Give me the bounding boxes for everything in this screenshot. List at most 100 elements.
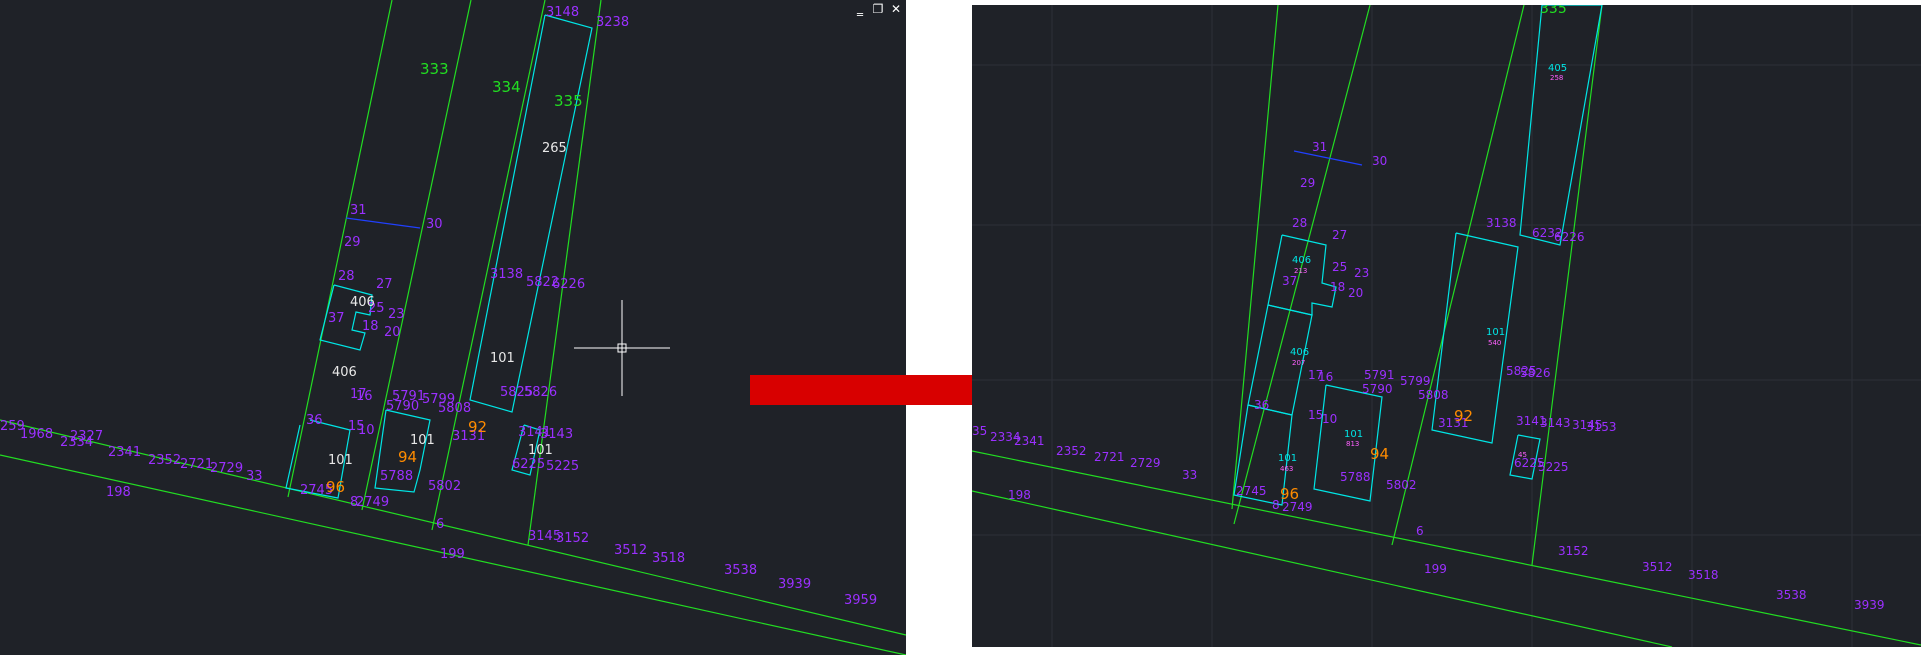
point-label: 199 (440, 547, 465, 562)
point-label: 3138 (490, 267, 523, 282)
point-label: 36 (306, 413, 323, 428)
point-label: 10 (1322, 412, 1337, 426)
point-label: 20 (384, 325, 401, 340)
parcel-number-label: 334 (492, 78, 521, 96)
point-label: 5790 (386, 399, 419, 414)
point-label: 5790 (1362, 382, 1393, 396)
point-label: 36 (1254, 398, 1269, 412)
parcel-line (1391, 5, 1525, 546)
parcel-line (287, 0, 393, 498)
point-label: 37 (1282, 274, 1297, 288)
point-label: 2341 (1014, 434, 1045, 448)
point-label: 31 (350, 203, 367, 218)
point-label: 3518 (1688, 568, 1719, 582)
orange-label: 92 (1454, 407, 1473, 425)
white-label: 101 (490, 351, 515, 366)
point-label: 5799 (1400, 374, 1431, 388)
point-label: 5802 (428, 479, 461, 494)
point-label: 16 (356, 389, 373, 404)
point-label: 23 (1354, 266, 1369, 280)
point-label: 198 (106, 485, 131, 500)
parcel-number-label: 333 (420, 60, 449, 78)
point-label: 18 (362, 319, 379, 334)
point-label: 3143 (540, 427, 573, 442)
left-drawing-viewport[interactable]: 333 334 335 3148 3238 31 30 29 28 27 37 … (0, 0, 906, 655)
point-label: 5826 (524, 385, 557, 400)
point-label: 2352 (1056, 444, 1087, 458)
point-label: 2745 (1236, 484, 1267, 498)
cyan-label: 406 (1290, 347, 1309, 358)
white-label: 265 (542, 141, 567, 156)
point-label: 6 (1416, 524, 1424, 538)
white-label: 406 (350, 295, 375, 310)
point-label: 28 (338, 269, 355, 284)
building-outline (1267, 234, 1337, 316)
close-icon[interactable]: ✕ (890, 2, 902, 16)
point-label: 5826 (1520, 366, 1551, 380)
point-label: 28 (1292, 216, 1307, 230)
point-label: 5788 (1340, 470, 1371, 484)
point-label: 6226 (1554, 230, 1585, 244)
point-label: 2352 (148, 453, 181, 468)
point-label: 5808 (1418, 388, 1449, 402)
point-label: 29 (1300, 176, 1315, 190)
point-label: 3238 (596, 15, 629, 30)
point-label: 3538 (1776, 588, 1807, 602)
parcel-line (1231, 5, 1279, 510)
left-drawing-canvas: 333 334 335 3148 3238 31 30 29 28 27 37 … (0, 0, 906, 655)
point-label: 31 (1312, 140, 1327, 154)
road-line-upper (972, 450, 1921, 646)
right-drawing-viewport[interactable]: 335 31 30 29 28 27 25 23 37 18 20 17 16 … (972, 5, 1921, 647)
cyan-label: 101 (1486, 327, 1505, 338)
point-label: 3152 (1558, 544, 1589, 558)
white-label: 101 (410, 433, 435, 448)
window-controls: ‗ ❐ ✕ (854, 2, 902, 16)
point-label: 3538 (724, 563, 757, 578)
orange-label: 94 (398, 448, 417, 466)
point-label: 5788 (380, 469, 413, 484)
point-label: 23 (388, 307, 405, 322)
point-label: 6226 (552, 277, 585, 292)
point-label: 199 (1424, 562, 1447, 576)
point-label: 2749 (356, 495, 389, 510)
small-label: 463 (1280, 465, 1293, 473)
point-label: 10 (358, 423, 375, 438)
point-label: 3939 (1854, 598, 1885, 612)
point-label: 6 (436, 517, 444, 532)
point-label: 2327 (70, 429, 103, 444)
white-label: 101 (328, 453, 353, 468)
right-drawing-canvas: 335 31 30 29 28 27 25 23 37 18 20 17 16 … (972, 5, 1921, 647)
minimize-icon[interactable]: ‗ (854, 2, 866, 16)
cyan-label: 405 (1548, 63, 1567, 74)
crosshair-cursor (574, 300, 670, 396)
point-label: 2341 (108, 445, 141, 460)
white-label: 101 (528, 443, 553, 458)
point-label: 3959 (844, 593, 877, 608)
parcel-number-label: 335 (1540, 5, 1567, 17)
point-label: 3518 (652, 551, 685, 566)
orange-label: 94 (1370, 445, 1389, 463)
point-label: 5225 (546, 459, 579, 474)
restore-icon[interactable]: ❐ (872, 2, 884, 16)
point-label: 37 (328, 311, 345, 326)
cyan-label: 406 (1292, 255, 1311, 266)
point-label: 2721 (180, 457, 213, 472)
parcel-number-label: 335 (554, 92, 583, 110)
point-label: 1968 (20, 427, 53, 442)
point-label: 25 (1332, 260, 1347, 274)
point-label: 18 (1330, 280, 1345, 294)
grid (972, 5, 1921, 647)
point-label: 2729 (1130, 456, 1161, 470)
small-label: 813 (1346, 440, 1359, 448)
point-label: 3152 (556, 531, 589, 546)
blue-segment (345, 217, 421, 229)
orange-label: 92 (468, 418, 487, 436)
point-label: 15 (1308, 408, 1323, 422)
point-label: 5802 (1386, 478, 1417, 492)
point-label: 29 (344, 235, 361, 250)
point-label: 3138 (1486, 216, 1517, 230)
small-label: 258 (1550, 74, 1563, 82)
point-label: 27 (376, 277, 393, 292)
point-label: 3143 (1540, 416, 1571, 430)
point-label: 33 (246, 469, 263, 484)
